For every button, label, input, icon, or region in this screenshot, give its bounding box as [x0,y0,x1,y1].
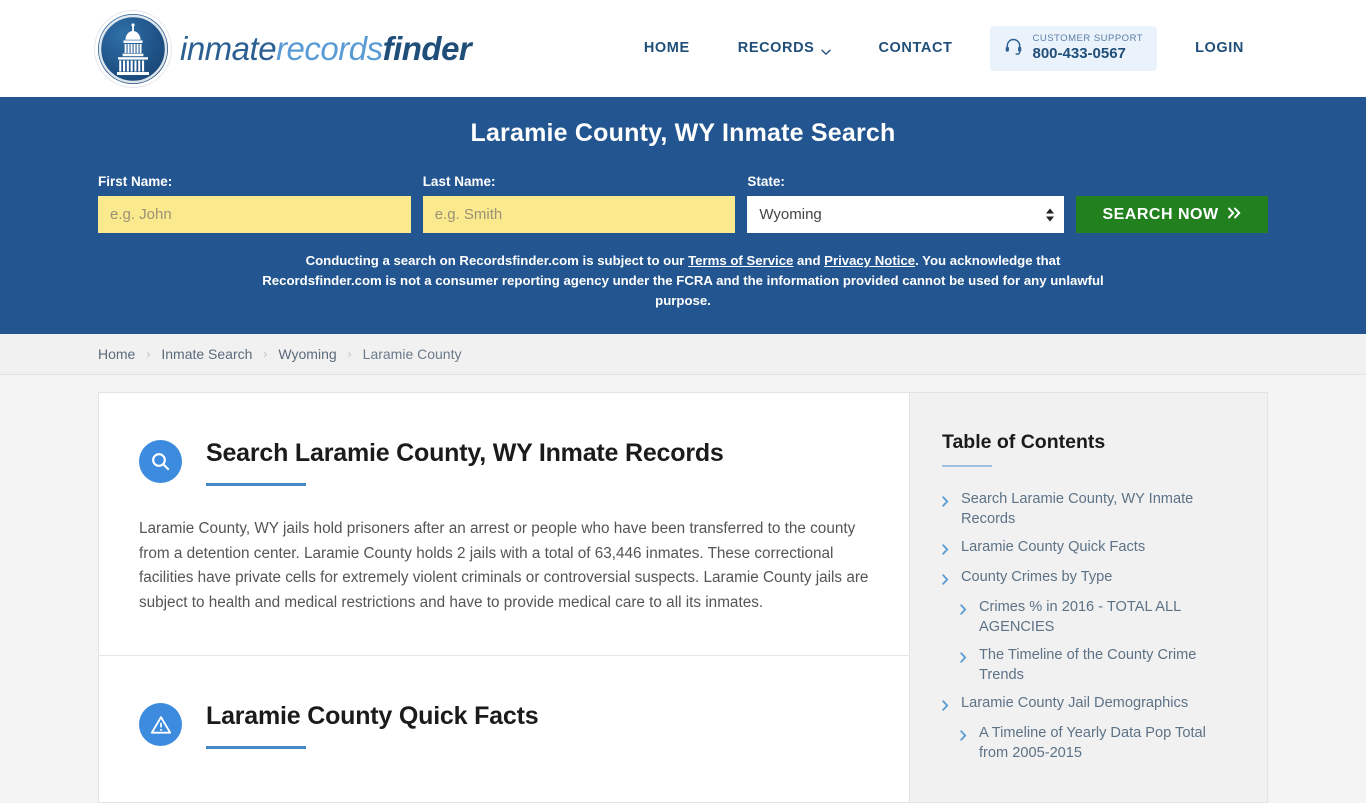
toc-item-crimes-percent-2016[interactable]: Crimes % in 2016 - TOTAL ALL AGENCIES [942,598,1235,638]
first-name-label: First Name: [98,174,173,189]
section-title: Search Laramie County, WY Inmate Records [206,439,724,468]
site-logo[interactable]: inmaterecordsfinder [98,13,472,84]
section-header: Laramie County Quick Facts [139,700,869,750]
breadcrumb-item-inmate-search[interactable]: Inmate Search [161,346,252,362]
toc-link[interactable]: Search Laramie County, WY Inmate Records [961,490,1235,530]
logo-wordmark: inmaterecordsfinder [180,29,472,68]
terms-of-service-link[interactable]: Terms of Service [688,253,793,268]
capitol-dome-icon [98,13,168,84]
chevron-right-icon [960,602,970,620]
section-search-records: Search Laramie County, WY Inmate Records… [99,393,909,655]
nav-login-label: LOGIN [1195,40,1244,57]
search-disclaimer: Conducting a search on Recordsfinder.com… [261,251,1106,310]
toc-item-yearly-pop-total[interactable]: A Timeline of Yearly Data Pop Total from… [942,724,1235,764]
search-now-button[interactable]: SEARCH NOW [1076,196,1268,233]
main-content-card: Search Laramie County, WY Inmate Records… [98,392,910,803]
chevron-down-icon [821,44,832,56]
last-name-field-group: Last Name: [422,174,736,233]
first-name-input[interactable] [98,196,411,233]
double-chevron-right-icon [1227,206,1242,224]
breadcrumb-item-home[interactable]: Home [98,346,135,362]
inmate-search-form: First Name: Last Name: State: Wyoming SE… [98,174,1268,233]
chevron-right-icon [942,698,952,716]
search-now-label: SEARCH NOW [1102,205,1219,223]
toc-link[interactable]: County Crimes by Type [961,568,1112,588]
site-header: inmaterecordsfinder HOME RECORDS CONTACT [0,0,1366,97]
chevron-right-icon [960,650,970,668]
section-underline [206,746,306,750]
section-underline [206,483,306,487]
disclaimer-part1: Conducting a search on Recordsfinder.com… [305,253,689,268]
section-header: Search Laramie County, WY Inmate Records [139,437,869,487]
section-title-wrap: Laramie County Quick Facts [206,700,539,750]
toc-underline [942,465,992,468]
toc-list: Search Laramie County, WY Inmate Records… [942,490,1235,764]
section-quick-facts: Laramie County Quick Facts [99,655,909,789]
logo-text-inmate: inmate [180,29,277,67]
page-title: Laramie County, WY Inmate Search [470,119,896,147]
breadcrumb: Home › Inmate Search › Wyoming › Laramie… [98,346,461,362]
last-name-input[interactable] [422,196,736,233]
first-name-field-group: First Name: [98,174,411,233]
toc-item-quick-facts[interactable]: Laramie County Quick Facts [942,538,1235,560]
headset-icon [1004,36,1023,60]
breadcrumb-separator-icon: › [347,347,352,362]
disclaimer-mid: and [793,253,825,268]
nav-contact[interactable]: CONTACT [854,40,976,56]
nav-home[interactable]: HOME [620,40,714,56]
hero-search-section: Laramie County, WY Inmate Search First N… [0,97,1366,335]
logo-text-records: records [276,29,383,67]
warning-triangle-icon [139,703,182,747]
toc-item-county-crimes-by-type[interactable]: County Crimes by Type [942,568,1235,590]
nav-contact-label: CONTACT [878,40,953,57]
nav-records[interactable]: RECORDS [714,40,855,56]
breadcrumb-item-laramie-county: Laramie County [362,346,462,363]
nav-home-label: HOME [643,40,690,57]
section-title: Laramie County Quick Facts [206,702,539,731]
chevron-right-icon [942,542,952,560]
breadcrumb-bar: Home › Inmate Search › Wyoming › Laramie… [0,334,1366,376]
toc-link[interactable]: Crimes % in 2016 - TOTAL ALL AGENCIES [979,598,1235,638]
privacy-notice-link[interactable]: Privacy Notice [824,253,915,268]
search-icon [139,440,182,484]
toc-item-crime-trends-timeline[interactable]: The Timeline of the County Crime Trends [942,646,1235,686]
toc-link[interactable]: The Timeline of the County Crime Trends [979,646,1235,686]
toc-link[interactable]: Laramie County Quick Facts [961,538,1145,558]
last-name-label: Last Name: [422,174,496,189]
state-field-group: State: Wyoming [747,174,1064,233]
toc-title: Table of Contents [942,431,1106,454]
page-content: Search Laramie County, WY Inmate Records… [0,375,1366,803]
logo-text-finder: finder [382,29,472,67]
main-navigation: HOME RECORDS CONTACT CUSTOMER SUPPORT 80… [620,26,1268,71]
state-select[interactable]: Wyoming [747,196,1064,233]
nav-login[interactable]: LOGIN [1171,40,1268,56]
toc-link[interactable]: A Timeline of Yearly Data Pop Total from… [979,724,1235,764]
table-of-contents-sidebar: Table of Contents Search Laramie County,… [910,392,1268,803]
toc-link[interactable]: Laramie County Jail Demographics [961,694,1188,714]
support-label: CUSTOMER SUPPORT [1032,33,1144,45]
section-body-text: Laramie County, WY jails hold prisoners … [139,520,869,611]
chevron-right-icon [960,728,970,746]
section-title-wrap: Search Laramie County, WY Inmate Records [206,437,724,487]
support-phone: 800-433-0567 [1032,45,1126,63]
breadcrumb-separator-icon: › [146,347,151,362]
state-label: State: [747,174,785,189]
state-select-wrap: Wyoming [747,196,1064,233]
chevron-right-icon [942,572,952,590]
toc-item-jail-demographics[interactable]: Laramie County Jail Demographics [942,694,1235,716]
toc-item-search-records[interactable]: Search Laramie County, WY Inmate Records [942,490,1235,530]
support-text: CUSTOMER SUPPORT 800-433-0567 [1032,33,1144,63]
nav-records-label: RECORDS [737,40,815,57]
customer-support-badge[interactable]: CUSTOMER SUPPORT 800-433-0567 [990,26,1158,71]
breadcrumb-separator-icon: › [263,347,268,362]
breadcrumb-item-wyoming[interactable]: Wyoming [278,346,336,362]
chevron-right-icon [942,494,952,512]
